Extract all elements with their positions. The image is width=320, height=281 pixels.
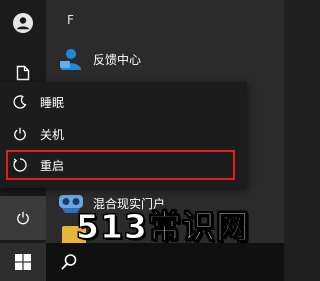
power-icon [17,211,29,225]
shutdown-option[interactable]: 关机 [0,119,247,149]
app-label: 反馈中心 [93,52,142,67]
search-button[interactable] [58,251,80,273]
restart-highlight-box [6,150,235,180]
windows-start-icon [15,254,31,270]
document-icon [16,65,30,81]
sleep-option[interactable]: 睡眠 [0,87,247,117]
search-icon [61,254,77,270]
moon-icon [0,95,40,109]
app-feedback-hub[interactable]: 反馈中心 [58,44,284,74]
power-button[interactable] [0,196,46,240]
watermark-text: 513常识网 [76,207,250,247]
app-group-letter: F [67,13,74,27]
menu-item-label: 睡眠 [40,95,65,110]
start-button[interactable] [0,243,46,281]
user-account-button[interactable] [0,10,46,36]
menu-item-label: 关机 [40,127,65,142]
power-icon [0,127,40,141]
user-icon [13,13,33,33]
documents-button[interactable] [0,62,46,84]
feedback-hub-icon [60,49,81,70]
